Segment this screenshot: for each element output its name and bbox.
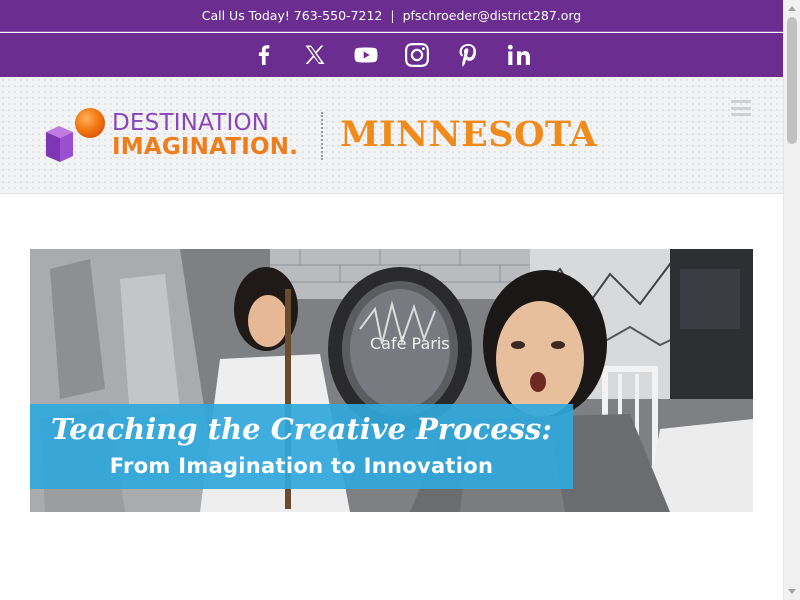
hamburger-menu-icon[interactable] [731,100,751,116]
hero-subheadline: From Imagination to Innovation [109,454,494,478]
linkedin-link[interactable] [506,42,532,68]
pinterest-icon [459,44,477,67]
menu-bar [731,113,751,116]
instagram-icon [405,43,429,67]
linkedin-icon [507,44,530,65]
logo-divider [321,112,323,160]
facebook-link[interactable] [251,42,277,68]
logo-text-destination: DESTINATION [112,110,270,136]
page-scrollbar[interactable] [783,0,800,600]
x-twitter-icon [305,45,325,64]
site-logo[interactable]: DESTINATION IMAGINATION. MINNESOTA [42,106,597,166]
cube-sphere-logo-icon [46,108,105,162]
facebook-icon [258,45,270,65]
contact-separator: | [390,8,395,23]
email-link[interactable]: pfschroeder@district287.org [403,8,582,23]
scroll-up-arrow-icon[interactable] [788,6,796,11]
logo-text-imagination: IMAGINATION. [112,134,299,160]
phone-link[interactable]: Call Us Today! 763-550-7212 [202,8,383,23]
hero-slider[interactable]: Café Paris Teaching the Creative Process… [30,249,753,512]
scroll-thumb[interactable] [787,17,797,144]
cafe-sign-text: Café Paris [370,334,450,353]
youtube-icon [354,47,378,63]
menu-bar [731,106,751,110]
youtube-link[interactable] [353,42,379,68]
x-link[interactable] [302,42,328,68]
pinterest-link[interactable] [455,42,481,68]
menu-bar [731,100,751,103]
scroll-down-arrow-icon[interactable] [788,589,796,594]
instagram-link[interactable] [404,42,430,68]
hero-headline: Teaching the Creative Process: [50,412,553,446]
social-bar [0,33,783,77]
contact-bar: Call Us Today! 763-550-7212 | pfschroede… [0,0,783,32]
site-header: DESTINATION IMAGINATION. MINNESOTA [0,77,783,194]
page: Call Us Today! 763-550-7212 | pfschroede… [0,0,800,600]
logo-text-state: MINNESOTA [340,114,598,155]
hero-caption-banner: Teaching the Creative Process: From Imag… [30,404,573,489]
